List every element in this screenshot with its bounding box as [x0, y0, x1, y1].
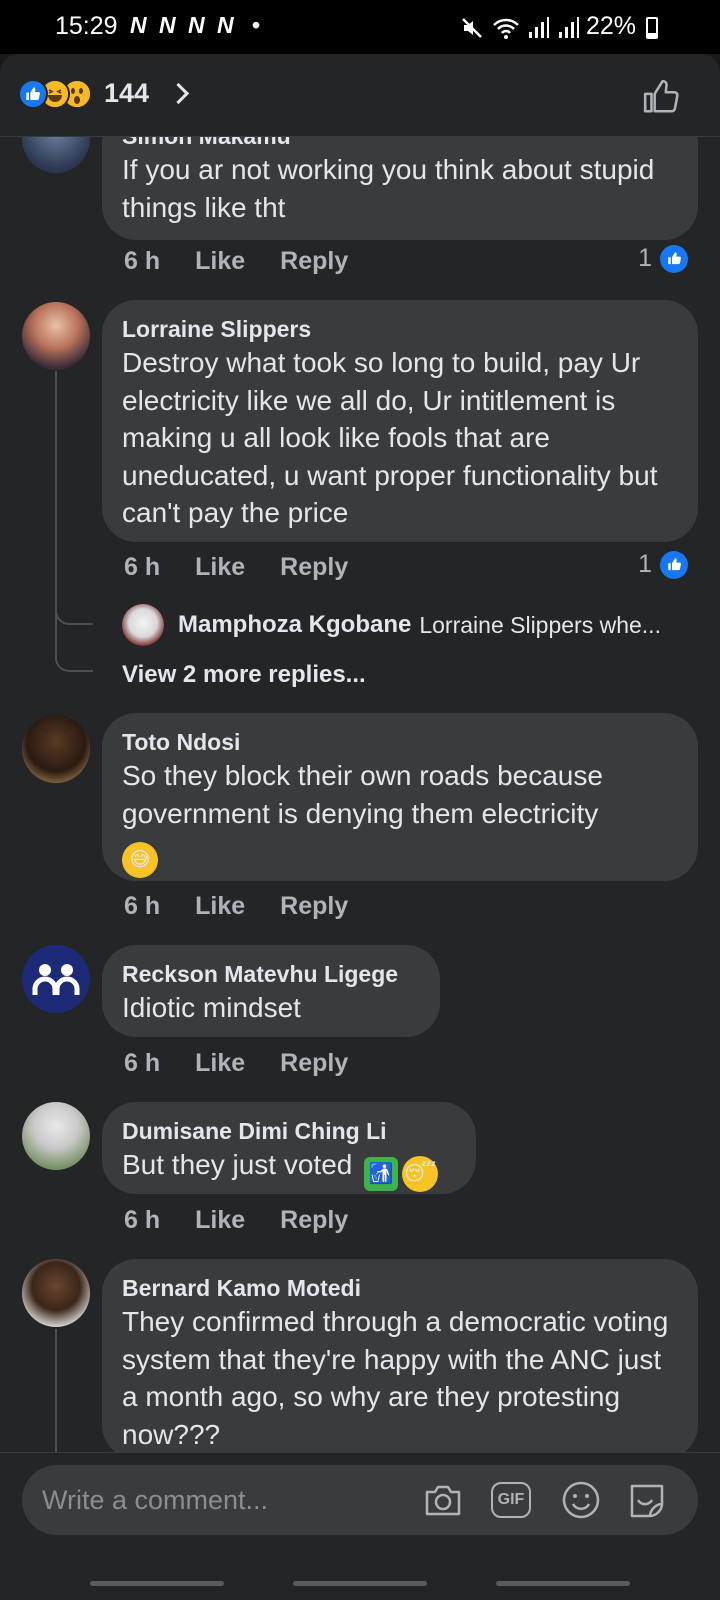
reply-button[interactable]: Reply [280, 892, 348, 921]
reply-button[interactable]: Reply [280, 1049, 348, 1078]
comments-list[interactable]: Simon Makamu If you ar not working you t… [0, 137, 720, 1482]
comment-text: But they just voted 🚮 😴 [122, 1146, 456, 1192]
comment-author[interactable]: Dumisane Dimi Ching Li [122, 1116, 456, 1146]
comment-time: 6 h [124, 247, 161, 275]
thread-branch [55, 605, 93, 625]
comment-bubble[interactable]: Reckson Matevhu Ligege Idiotic mindset [102, 945, 440, 1037]
gif-label: GIF [491, 1482, 531, 1518]
sticker-icon[interactable] [626, 1479, 668, 1521]
comment-text: They confirmed through a democratic voti… [122, 1306, 669, 1450]
comment-input[interactable] [42, 1465, 422, 1535]
like-count-number: 1 [638, 550, 652, 578]
reply-button[interactable]: Reply [280, 247, 348, 276]
reactions-header: 144 [0, 54, 720, 137]
avatar[interactable] [22, 715, 90, 783]
like-count-number: 1 [638, 244, 652, 272]
nav-back[interactable] [496, 1581, 630, 1586]
notification-dot: • [252, 12, 264, 38]
mute-icon [462, 18, 482, 38]
reply-button[interactable]: Reply [280, 553, 348, 582]
comment-bubble[interactable]: Simon Makamu If you ar not working you t… [102, 137, 698, 240]
emoji-icon[interactable] [560, 1479, 602, 1521]
like-badge-icon [660, 550, 688, 579]
reply-author[interactable]: Mamphoza Kgobane [178, 611, 411, 639]
avatar[interactable] [22, 1259, 90, 1327]
thread-branch [55, 652, 93, 672]
notification-icons: N N N N • [130, 12, 263, 39]
avatar[interactable] [22, 137, 90, 173]
comment-like-count[interactable]: 1 [638, 550, 688, 579]
comment-text: Idiotic mindset [122, 992, 301, 1023]
status-bar: 15:29 N N N N • 22% [0, 0, 720, 54]
avatar[interactable] [22, 302, 90, 370]
system-icons [460, 16, 580, 40]
default-profile-icon [32, 964, 80, 995]
comment-author[interactable]: Toto Ndosi [122, 727, 678, 757]
reply-preview[interactable]: Mamphoza Kgobane Lorraine Slippers whe..… [122, 604, 661, 646]
comment-actions: 6 h Like Reply [124, 247, 383, 276]
like-button[interactable]: Like [195, 1049, 245, 1078]
sleeping-face-emoji-icon: 😴 [402, 1156, 439, 1192]
like-button[interactable]: Like [195, 553, 245, 582]
reply-avatar[interactable] [122, 604, 164, 646]
battery-icon [646, 17, 658, 39]
avatar[interactable] [22, 1102, 90, 1170]
wifi-icon [493, 18, 519, 39]
comment-author[interactable]: Lorraine Slippers [122, 314, 678, 344]
gif-icon[interactable]: GIF [490, 1479, 532, 1521]
view-more-replies-link[interactable]: View 2 more replies... [122, 661, 366, 689]
reactions-summary[interactable]: 144 [18, 78, 190, 109]
camera-icon[interactable] [422, 1479, 464, 1521]
comment-time: 6 h [124, 553, 161, 581]
comment-author[interactable]: Bernard Kamo Motedi [122, 1273, 678, 1303]
like-button[interactable]: Like [195, 892, 245, 921]
like-reaction-icon [18, 78, 48, 109]
reply-button[interactable]: Reply [280, 1206, 348, 1235]
comment-author[interactable]: Simon Makamu [122, 137, 678, 151]
status-time: 15:29 [55, 12, 118, 40]
comment-like-count[interactable]: 1 [638, 244, 688, 273]
comment-text: So they block their own roads because go… [122, 757, 678, 878]
system-nav-bar [0, 1564, 720, 1600]
grinning-sweat-emoji: 😅 [122, 842, 158, 878]
like-badge-icon [660, 244, 688, 273]
comment-author[interactable]: Reckson Matevhu Ligege [122, 959, 420, 989]
reply-snippet: Lorraine Slippers whe... [419, 611, 661, 638]
comment-actions: 6 h Like Reply [124, 892, 383, 921]
like-button[interactable]: Like [195, 1206, 245, 1235]
comment-time: 6 h [124, 892, 161, 920]
like-button[interactable]: Like [195, 247, 245, 276]
comment-bubble[interactable]: Dumisane Dimi Ching Li But they just vot… [102, 1102, 476, 1194]
comment-actions: 6 h Like Reply [124, 1049, 383, 1078]
notification-n-icons: N N N N [130, 12, 237, 38]
comment-composer-bar: GIF [0, 1452, 720, 1564]
comment-text-body: But they just voted [122, 1149, 353, 1180]
comment-bubble[interactable]: Toto Ndosi So they block their own roads… [102, 713, 698, 881]
signal-icon-2 [559, 17, 579, 38]
avatar[interactable] [22, 945, 90, 1013]
comment-bubble[interactable]: Bernard Kamo Motedi They confirmed throu… [102, 1259, 698, 1459]
comment-text-body: So they block their own roads because go… [122, 760, 603, 829]
comment-actions: 6 h Like Reply [124, 553, 383, 582]
nav-home[interactable] [293, 1581, 427, 1586]
comment-text: If you ar not working you think about st… [122, 154, 655, 223]
comment-composer: GIF [22, 1465, 698, 1535]
comment-text: Destroy what took so long to build, pay … [122, 347, 658, 528]
comment-actions: 6 h Like Reply [124, 1206, 383, 1235]
signal-icon [529, 17, 549, 38]
comment-time: 6 h [124, 1206, 161, 1234]
reaction-count: 144 [104, 78, 150, 108]
comment-time: 6 h [124, 1049, 161, 1077]
nav-recents[interactable] [90, 1581, 224, 1586]
battery-percent: 22% [585, 12, 636, 40]
chevron-right-icon [167, 82, 190, 105]
litter-bin-emoji-icon: 🚮 [364, 1157, 399, 1191]
comment-bubble[interactable]: Lorraine Slippers Destroy what took so l… [102, 300, 698, 542]
thumbs-up-icon[interactable] [642, 78, 680, 116]
